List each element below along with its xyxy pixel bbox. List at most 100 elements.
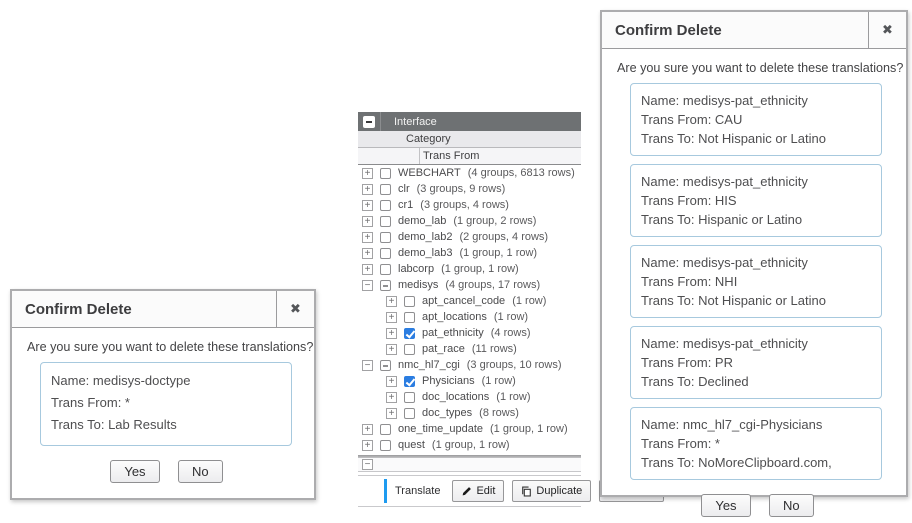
row-label: apt_cancel_code	[422, 295, 505, 307]
expand-icon[interactable]: +	[362, 440, 373, 451]
expand-icon[interactable]: +	[362, 424, 373, 435]
tree-row[interactable]: +demo_lab2(2 groups, 4 rows)	[358, 229, 581, 245]
expand-icon[interactable]: +	[386, 376, 397, 387]
row-checkbox-unchecked[interactable]	[380, 424, 391, 435]
entry-from-line: Trans From: HIS	[641, 191, 871, 210]
tree-row[interactable]: +pat_ethnicity(4 rows)	[358, 325, 581, 341]
translation-entry: Name: medisys-pat_ethnicityTrans From: N…	[630, 245, 882, 318]
row-count: (8 rows)	[479, 407, 519, 419]
entry-name-line: Name: medisys-doctype	[51, 370, 281, 392]
tree-row[interactable]: +demo_lab3(1 group, 1 row)	[358, 245, 581, 261]
row-checkbox-unchecked[interactable]	[380, 248, 391, 259]
tree-row[interactable]: +apt_locations(1 row)	[358, 309, 581, 325]
translation-entry: Name: medisys-pat_ethnicityTrans From: C…	[630, 83, 882, 156]
row-checkbox-unchecked[interactable]	[380, 264, 391, 275]
dialog-title: Confirm Delete	[602, 12, 868, 48]
trans-from-header-row: Trans From	[358, 148, 581, 165]
entry-to-line: Trans To: Not Hispanic or Latino	[641, 291, 871, 310]
row-checkbox-unchecked[interactable]	[404, 312, 415, 323]
row-count: (3 groups, 10 rows)	[467, 359, 562, 371]
close-icon[interactable]: ✖	[276, 291, 314, 327]
expand-icon[interactable]: +	[386, 408, 397, 419]
tree-row[interactable]: +Physicians(1 row)	[358, 373, 581, 389]
tree-row[interactable]: −medisys(4 groups, 17 rows)	[358, 277, 581, 293]
expand-icon[interactable]: +	[362, 264, 373, 275]
row-checkbox-indeterminate[interactable]	[380, 280, 391, 291]
row-checkbox-unchecked[interactable]	[380, 440, 391, 451]
row-checkbox-checked[interactable]	[404, 376, 415, 387]
category-header-row: Category	[358, 131, 581, 148]
expand-icon[interactable]: +	[386, 312, 397, 323]
entry-to-line: Trans To: Not Hispanic or Latino	[641, 129, 871, 148]
close-icon[interactable]: ✖	[868, 12, 906, 48]
entry-name-line: Name: nmc_hl7_cgi-Physicians	[641, 415, 871, 434]
tree-row[interactable]: +cr1(3 groups, 4 rows)	[358, 197, 581, 213]
duplicate-button[interactable]: Duplicate	[512, 480, 591, 502]
row-checkbox-unchecked[interactable]	[404, 344, 415, 355]
tree-row[interactable]: + doc_locations (1 row)	[358, 389, 581, 405]
dialog-buttons: Yes No	[617, 494, 898, 517]
row-checkbox-unchecked[interactable]	[380, 200, 391, 211]
entry-to-line: Trans To: Hispanic or Latino	[641, 210, 871, 229]
expand-icon[interactable]: +	[386, 328, 397, 339]
expand-icon[interactable]: +	[386, 344, 397, 355]
row-label: doc_locations	[422, 391, 489, 403]
collapse-icon[interactable]: −	[362, 360, 373, 371]
row-count: (1 group, 1 row)	[432, 439, 510, 451]
no-button[interactable]: No	[178, 460, 223, 483]
expand-icon[interactable]: +	[386, 392, 397, 403]
translation-entry: Name: nmc_hl7_cgi-PhysiciansTrans From: …	[630, 407, 882, 480]
yes-button[interactable]: Yes	[110, 460, 159, 483]
row-checkbox-indeterminate[interactable]	[380, 360, 391, 371]
tree-row[interactable]: +pat_race(11 rows)	[358, 341, 581, 357]
row-label: cr1	[398, 199, 413, 211]
entry-name-line: Name: medisys-pat_ethnicity	[641, 253, 871, 272]
translation-entry: Name: medisys-doctypeTrans From: *Trans …	[40, 362, 292, 446]
entry-from-line: Trans From: CAU	[641, 110, 871, 129]
translation-entry: Name: medisys-pat_ethnicityTrans From: P…	[630, 326, 882, 399]
expand-icon[interactable]: +	[362, 184, 373, 195]
expand-icon[interactable]: +	[362, 232, 373, 243]
tree-row[interactable]: +quest(1 group, 1 row)	[358, 437, 581, 453]
tree-row[interactable]: +WEBCHART(4 groups, 6813 rows)	[358, 165, 581, 181]
entry-name-line: Name: medisys-pat_ethnicity	[641, 334, 871, 353]
tree-row[interactable]: +demo_lab(1 group, 2 rows)	[358, 213, 581, 229]
edit-button-label: Edit	[476, 485, 495, 497]
collapse-icon[interactable]: −	[362, 280, 373, 291]
row-checkbox-checked[interactable]	[404, 328, 415, 339]
collapse-all-icon[interactable]	[363, 116, 375, 128]
tree-row[interactable]: +one_time_update(1 group, 1 row)	[358, 421, 581, 437]
yes-button[interactable]: Yes	[701, 494, 750, 517]
no-button[interactable]: No	[769, 494, 814, 517]
row-checkbox-unchecked[interactable]	[404, 296, 415, 307]
translation-entries-left: Name: medisys-doctypeTrans From: *Trans …	[40, 362, 306, 446]
entry-name-line: Name: medisys-pat_ethnicity	[641, 172, 871, 191]
expand-icon[interactable]: +	[362, 168, 373, 179]
collapse-icon[interactable]: −	[362, 459, 373, 470]
tree-row[interactable]: +clr(3 groups, 9 rows)	[358, 181, 581, 197]
expand-icon[interactable]: +	[386, 296, 397, 307]
translate-tab[interactable]: Translate	[395, 485, 440, 497]
row-label: demo_lab2	[398, 231, 452, 243]
row-checkbox-unchecked[interactable]	[404, 392, 415, 403]
tree-row[interactable]: −nmc_hl7_cgi(3 groups, 10 rows)	[358, 357, 581, 373]
expand-icon[interactable]: +	[362, 248, 373, 259]
translation-entries-right: Name: medisys-pat_ethnicity Trans From: C…	[630, 83, 898, 480]
expand-icon[interactable]: +	[362, 216, 373, 227]
tree-row[interactable]: +labcorp(1 group, 1 row)	[358, 261, 581, 277]
row-count: (1 row)	[494, 311, 528, 323]
expand-icon[interactable]: +	[362, 200, 373, 211]
row-checkbox-unchecked[interactable]	[380, 216, 391, 227]
confirm-prompt: Are you sure you want to delete these tr…	[617, 61, 898, 75]
row-checkbox-unchecked[interactable]	[380, 184, 391, 195]
tree-rows: +WEBCHART(4 groups, 6813 rows)+clr(3 gro…	[358, 165, 581, 453]
row-checkbox-unchecked[interactable]	[380, 232, 391, 243]
row-count: (1 row)	[496, 391, 530, 403]
confirm-prompt: Are you sure you want to delete these tr…	[27, 340, 306, 354]
interface-tree-panel: Interface Category Trans From +WEBCHART(…	[358, 112, 581, 507]
row-checkbox-unchecked[interactable]	[404, 408, 415, 419]
row-checkbox-unchecked[interactable]	[380, 168, 391, 179]
tree-row[interactable]: +apt_cancel_code(1 row)	[358, 293, 581, 309]
tree-row[interactable]: +doc_types(8 rows)	[358, 405, 581, 421]
edit-button[interactable]: Edit	[452, 480, 504, 502]
